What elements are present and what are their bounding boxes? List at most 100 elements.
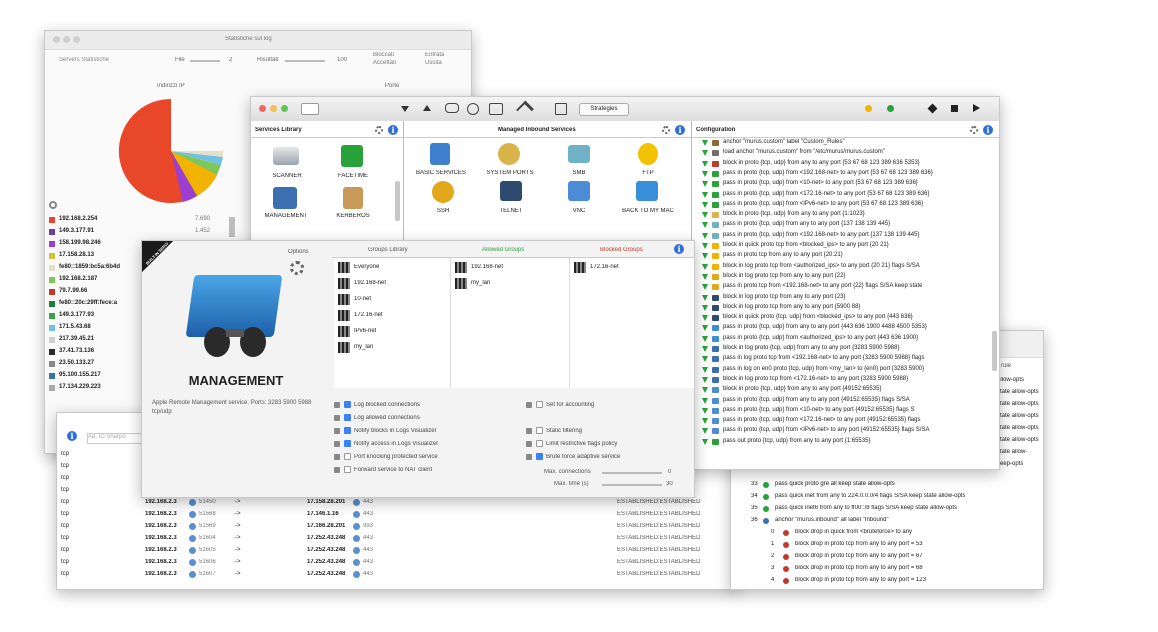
config-line[interactable]: block in log proto {tcp, udp} from any t… <box>692 345 997 354</box>
config-line[interactable]: pass in proto {tcp, udp} from <172.16-ne… <box>692 417 997 426</box>
rule-row[interactable]: 36 anchor "murus.inbound" all label "Inbo… <box>731 515 1043 527</box>
group-item[interactable]: my_lan <box>336 341 446 355</box>
config-line[interactable]: block in log proto tcp from any to any p… <box>692 273 997 282</box>
group-item[interactable]: 192.168-net <box>336 277 446 291</box>
managed-item-vnc[interactable]: VNC <box>556 208 602 214</box>
config-line[interactable]: pass in proto {tcp, udp} from <192.168-n… <box>692 170 997 179</box>
config-line[interactable]: pass in proto {tcp, udp} from <authorize… <box>692 335 997 344</box>
option-checkbox[interactable] <box>536 453 543 460</box>
plus-icon[interactable] <box>927 103 938 114</box>
config-line[interactable]: pass out proto {tcp, udp} from any to an… <box>692 438 997 447</box>
options-gear-icon[interactable] <box>290 261 304 275</box>
rule-row[interactable]: 34 pass quick inet from any to 224.0.0.0/… <box>731 491 1043 503</box>
config-line[interactable]: anchor "murus.custom" label "Custom_Rule… <box>692 139 997 148</box>
close-button[interactable] <box>53 36 60 43</box>
group-item[interactable]: 172.16-net <box>572 261 682 275</box>
close-button[interactable] <box>259 105 266 112</box>
system-ports-icon[interactable] <box>498 143 520 165</box>
config-line[interactable]: block in log proto tcp from <authorized_… <box>692 263 997 272</box>
rule-row[interactable]: 0 block drop in quick from <bruteforce> t… <box>731 527 1043 539</box>
radio-entrata[interactable]: Entrata <box>425 52 444 58</box>
kerberos-icon[interactable] <box>343 187 363 209</box>
managed-item-telnet[interactable]: TELNET <box>488 208 534 214</box>
info-icon[interactable]: i <box>983 125 993 135</box>
managed-item-ssh[interactable]: SSH <box>420 208 466 214</box>
option-checkbox[interactable] <box>536 401 543 408</box>
library-scrollbar[interactable] <box>395 181 400 221</box>
back-to-my-mac-icon[interactable] <box>636 181 658 201</box>
zoom-button[interactable] <box>281 105 288 112</box>
option-checkbox[interactable] <box>536 440 543 447</box>
option-row[interactable]: Set for accounting <box>524 399 694 411</box>
managed-item-smb[interactable]: SMB <box>556 170 602 176</box>
group-item[interactable]: IPv6-net <box>336 325 446 339</box>
config-line[interactable]: pass in proto {tcp, udp} from <10-net> t… <box>692 407 997 416</box>
config-line[interactable]: pass in proto tcp from <192.168-net> to … <box>692 283 997 292</box>
config-line[interactable]: load anchor "murus.custom" from "/etc/mu… <box>692 149 997 158</box>
basic-services-icon[interactable] <box>430 143 450 165</box>
option-checkbox[interactable] <box>344 440 351 447</box>
option-row[interactable]: Port knocking protected service <box>332 451 512 463</box>
gear-icon[interactable] <box>662 126 670 134</box>
table-row[interactable]: tcp 192.168.2.3 51607 -> 17.252.43.248 443 EST… <box>57 569 717 581</box>
rule-row[interactable]: 1 block drop in proto tcp from any to any… <box>731 539 1043 551</box>
facetime-icon[interactable] <box>341 145 363 167</box>
config-line[interactable]: pass in proto {tcp, udp} from <10-net> t… <box>692 180 997 189</box>
info-icon[interactable]: i <box>67 431 77 441</box>
sidebar-toggle-icon[interactable] <box>301 103 319 115</box>
vnc-icon[interactable] <box>568 181 590 201</box>
config-line[interactable]: block in proto {tcp, udp} from any to an… <box>692 211 997 220</box>
option-checkbox[interactable] <box>344 466 351 473</box>
group-item[interactable]: 192.168-net <box>453 261 563 275</box>
managed-item-ftp[interactable]: FTP <box>626 170 670 176</box>
option-checkbox[interactable] <box>344 414 351 421</box>
down-arrow-icon[interactable] <box>401 106 409 112</box>
library-item-facetime[interactable]: FACETIME <box>331 173 375 179</box>
config-line[interactable]: pass in proto {tcp, udp} from any to any… <box>692 324 997 333</box>
option-row[interactable]: Notify blocks in Logs Visualizer <box>332 425 512 437</box>
zoom-button[interactable] <box>73 36 80 43</box>
minimize-button[interactable] <box>270 105 277 112</box>
radio-bloccati[interactable]: Bloccati <box>373 52 394 58</box>
smb-icon[interactable] <box>568 145 590 163</box>
rule-row[interactable]: 3 block drop in proto tcp from any to any… <box>731 563 1043 575</box>
window-icon[interactable] <box>489 103 503 115</box>
group-item[interactable]: 172.16-net <box>336 309 446 323</box>
stop-icon[interactable] <box>951 105 958 112</box>
config-line[interactable]: pass in proto {tcp, udp} from any to any… <box>692 397 997 406</box>
file-slider[interactable] <box>190 60 220 62</box>
rule-row[interactable]: 35 pass quick inet6 from any to ff00::/8 … <box>731 503 1043 515</box>
table-row[interactable]: tcp 192.168.2.3 51569 -> 17.166.28.201 993 EST… <box>57 521 717 533</box>
config-line[interactable]: pass in proto {tcp, udp} from <172.16-ne… <box>692 191 997 200</box>
rule-row[interactable]: 4 block drop in proto tcp from any to any… <box>731 575 1043 587</box>
info-icon[interactable]: i <box>675 125 685 135</box>
clock-icon[interactable] <box>467 103 479 115</box>
legend-scrollbar[interactable] <box>229 217 235 237</box>
table-row[interactable]: tcp 192.168.2.3 51450 -> 17.158.28.201 443 EST… <box>57 497 717 509</box>
ssh-icon[interactable] <box>432 181 454 203</box>
managed-item-back-to-my-mac[interactable]: BACK TO MY MAC <box>610 208 686 214</box>
config-scrollbar[interactable] <box>992 331 997 371</box>
config-line[interactable]: block in proto {tcp, udp} from any to an… <box>692 386 997 395</box>
library-item-kerberos[interactable]: KERBEROS <box>331 213 375 219</box>
max-connections-slider[interactable] <box>602 472 662 474</box>
table-row[interactable]: tcp 192.168.2.3 51604 -> 17.252.43.248 443 EST… <box>57 533 717 545</box>
library-item-management[interactable]: MANAGEMENT <box>259 213 313 219</box>
option-row[interactable]: Log blocked connections <box>332 399 512 411</box>
wrench-icon[interactable] <box>516 100 534 119</box>
group-item[interactable]: my_lan <box>453 277 563 291</box>
strategies-button[interactable]: Strategies <box>579 103 629 116</box>
play-icon[interactable] <box>973 104 980 112</box>
config-line[interactable]: pass in proto {tcp, udp} from <IPv6-net>… <box>692 427 997 436</box>
option-checkbox[interactable] <box>344 401 351 408</box>
option-checkbox[interactable] <box>536 427 543 434</box>
option-row[interactable]: Log allowed connections <box>332 412 512 424</box>
rule-row[interactable]: 2 block drop in proto tcp from any to any… <box>731 551 1043 563</box>
radio-accettati[interactable]: Accettati <box>373 60 396 66</box>
minimize-button[interactable] <box>63 36 70 43</box>
config-line[interactable]: block in log proto tcp from any to any p… <box>692 304 997 313</box>
scanner-icon[interactable] <box>273 147 299 165</box>
table-row[interactable]: tcp 192.168.2.3 51568 -> 17.146.1.16 443 ESTAB… <box>57 509 717 521</box>
save-icon[interactable] <box>555 103 567 115</box>
config-line[interactable]: block in quick proto {tcp, udp} from <bl… <box>692 314 997 323</box>
